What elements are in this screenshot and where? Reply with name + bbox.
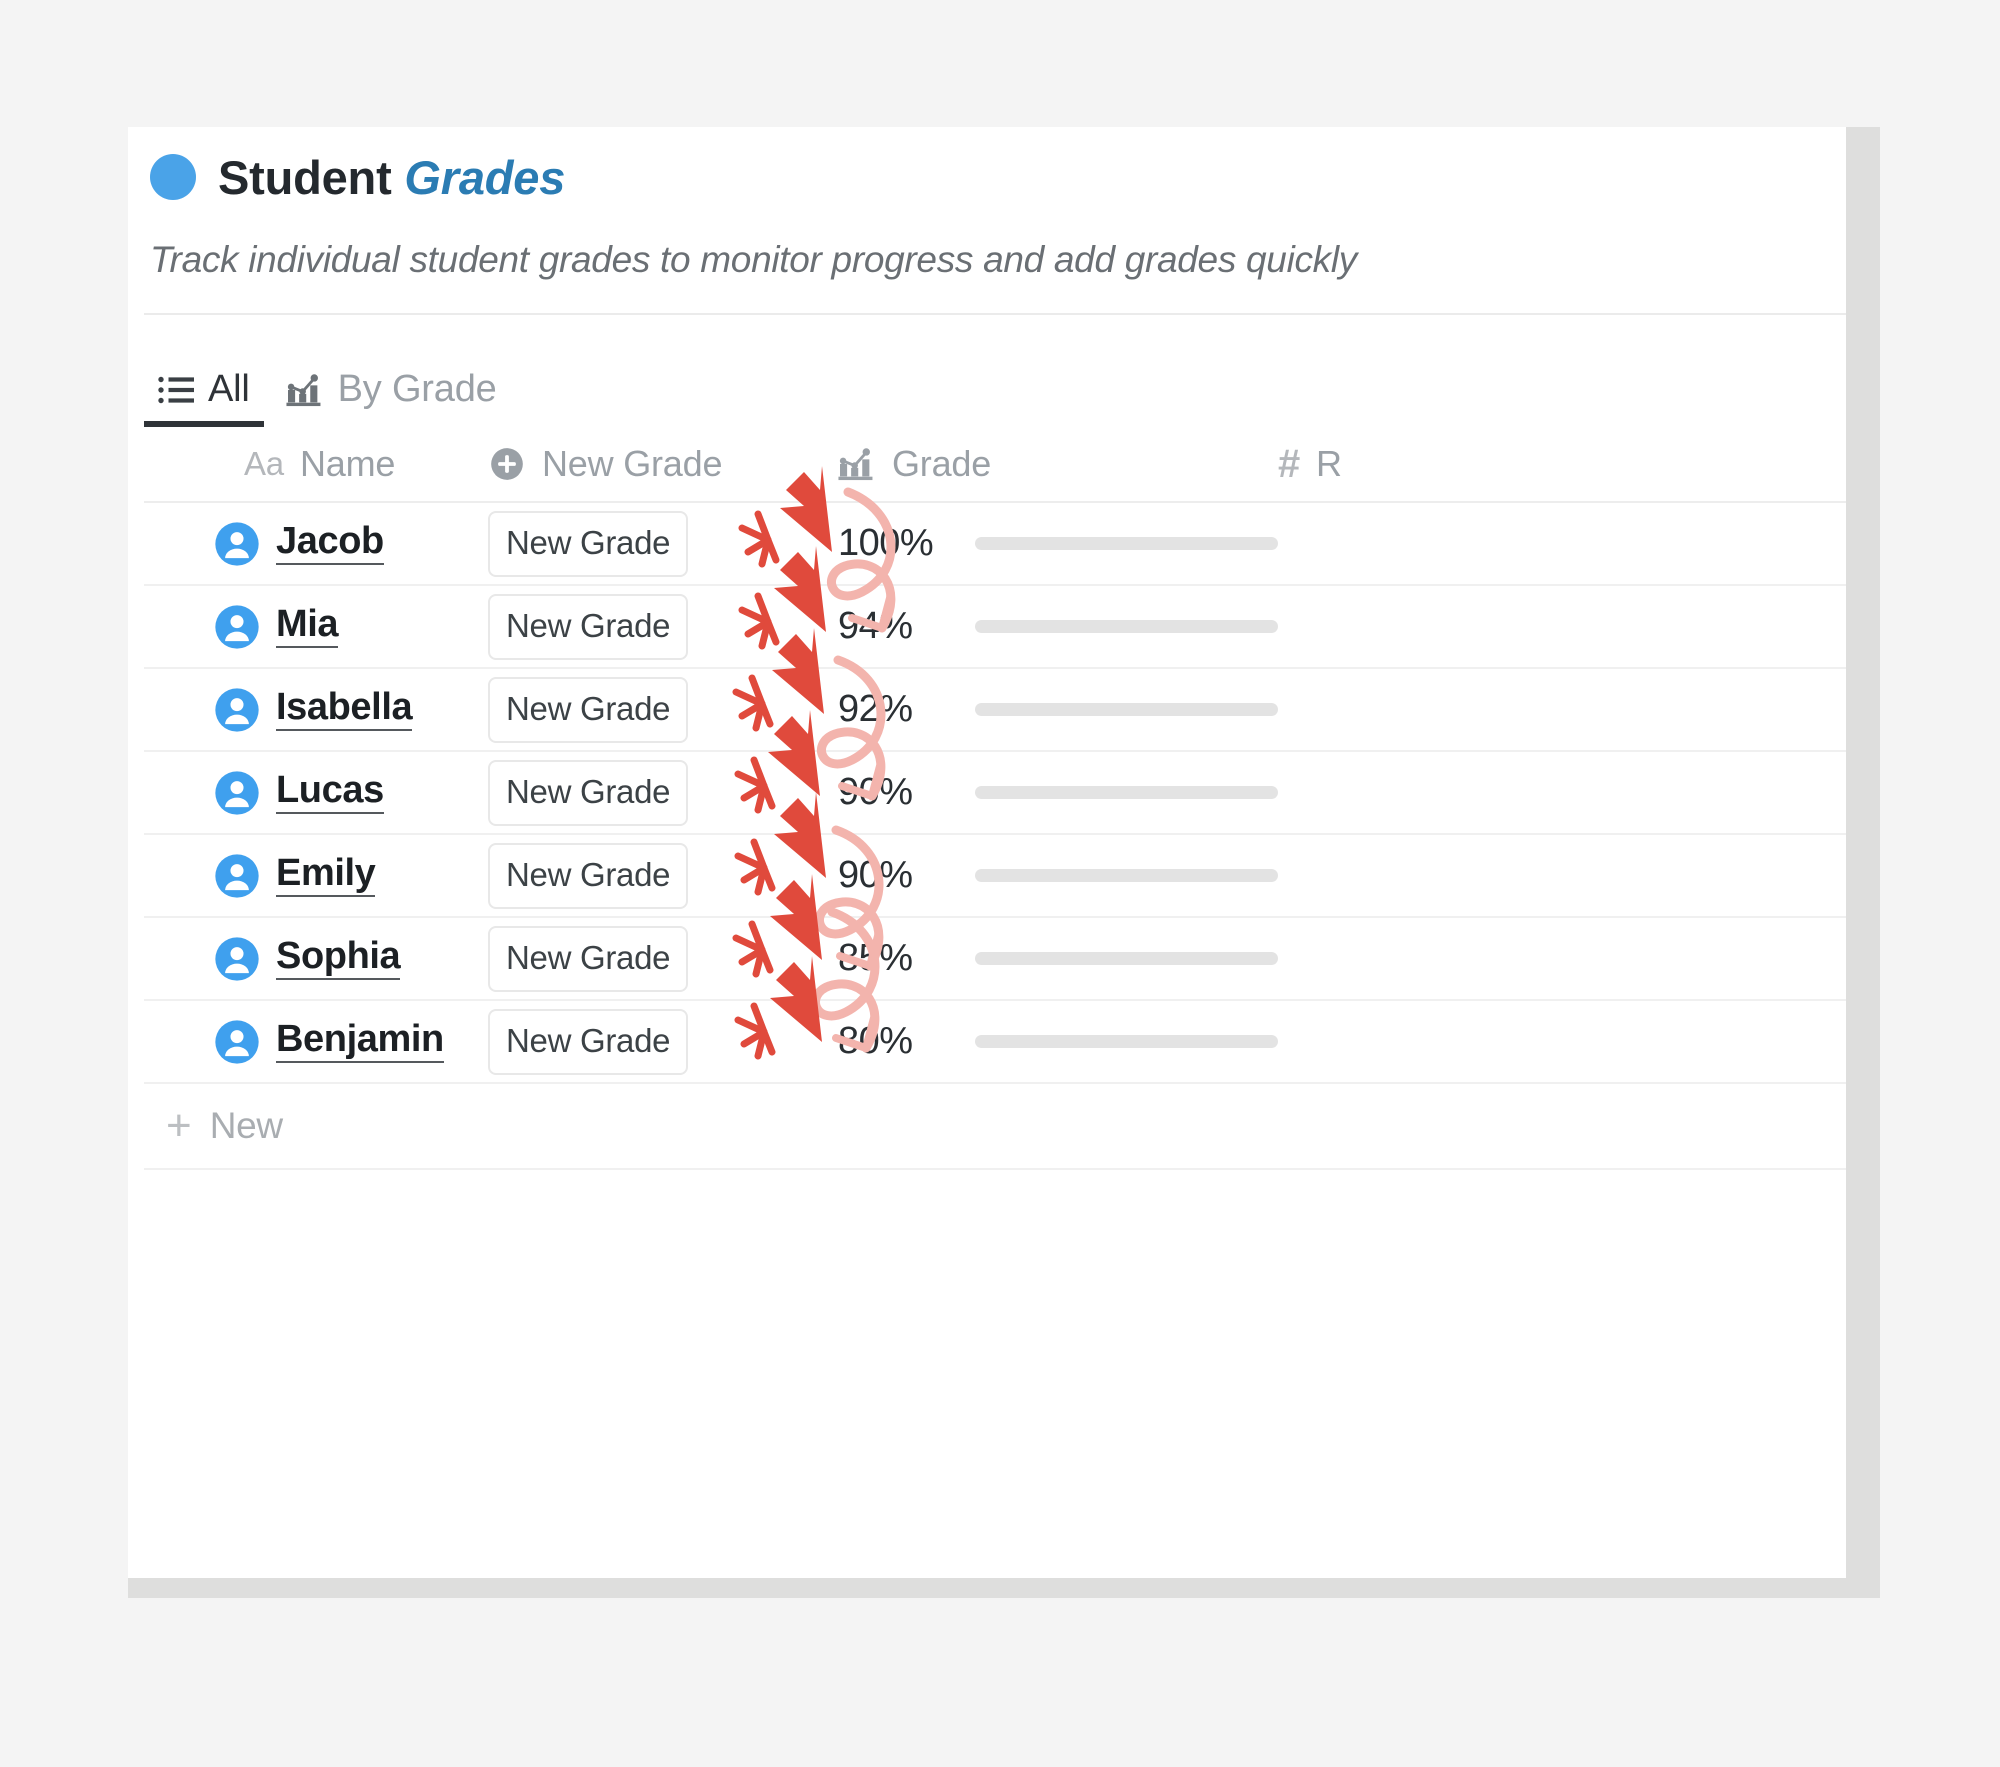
new-grade-button[interactable]: New Grade bbox=[488, 842, 689, 909]
database-dot-icon bbox=[150, 154, 196, 200]
grade-progress-track bbox=[975, 537, 1278, 550]
plus-circle-icon bbox=[488, 445, 526, 483]
page-scroll-gutter[interactable] bbox=[1846, 127, 1880, 1578]
grade-progress-track bbox=[975, 703, 1278, 716]
page-title-plain: Student bbox=[218, 150, 405, 204]
cell-name: Mia bbox=[144, 604, 488, 650]
grade-percent: 100% bbox=[838, 522, 934, 564]
page-scroll-gutter-bottom[interactable] bbox=[128, 1578, 1880, 1598]
cell-new-grade: New Grade bbox=[488, 593, 838, 660]
student-name[interactable]: Lucas bbox=[276, 770, 384, 815]
student-name[interactable]: Emily bbox=[276, 853, 376, 898]
column-header-name[interactable]: Aa Name bbox=[144, 443, 488, 485]
table-row[interactable]: Jacob New Grade 100% bbox=[144, 503, 1846, 586]
column-header-new-grade-label: New Grade bbox=[542, 443, 723, 484]
plus-icon: + bbox=[166, 1101, 192, 1150]
new-grade-button[interactable]: New Grade bbox=[488, 510, 689, 577]
column-header-number-label: R bbox=[1316, 443, 1342, 484]
number-icon: # bbox=[1278, 441, 1301, 486]
grade-progress-track bbox=[975, 952, 1278, 965]
cell-grade: 94% bbox=[838, 605, 1278, 648]
cell-name: Lucas bbox=[144, 770, 488, 816]
grade-progress-track bbox=[975, 1035, 1278, 1048]
card-header: Student Grades Track individual student … bbox=[128, 127, 1846, 315]
table-row[interactable]: Benjamin New Grade 80% bbox=[144, 1001, 1846, 1084]
page-title-row: Student Grades bbox=[150, 127, 1846, 213]
avatar-person-icon bbox=[214, 1019, 260, 1065]
cell-grade: 90% bbox=[838, 854, 1278, 897]
avatar-person-icon bbox=[214, 770, 260, 816]
cell-grade: 100% bbox=[838, 522, 1278, 565]
grade-percent: 90% bbox=[838, 854, 913, 896]
cell-new-grade: New Grade bbox=[488, 842, 838, 909]
column-header-name-label: Name bbox=[299, 443, 396, 484]
cell-grade: 85% bbox=[838, 937, 1278, 980]
cell-grade: 80% bbox=[838, 1020, 1278, 1063]
grade-progress-track bbox=[975, 786, 1278, 799]
tab-by-grade[interactable]: By Grade bbox=[272, 368, 511, 427]
cell-name: Benjamin bbox=[144, 1019, 488, 1065]
cell-grade: 92% bbox=[838, 688, 1278, 731]
cell-name: Emily bbox=[144, 853, 488, 899]
tab-by-grade-label: By Grade bbox=[337, 368, 497, 410]
student-name[interactable]: Mia bbox=[276, 604, 339, 649]
grade-percent: 94% bbox=[838, 605, 913, 647]
cell-name: Isabella bbox=[144, 687, 488, 733]
grade-progress-track bbox=[975, 620, 1278, 633]
tab-all[interactable]: All bbox=[144, 368, 264, 427]
table-row[interactable]: Isabella New Grade 92% bbox=[144, 669, 1846, 752]
page-title: Student Grades bbox=[218, 150, 565, 205]
bar-chart-icon bbox=[838, 447, 876, 481]
grade-percent: 85% bbox=[838, 937, 913, 979]
column-header-grade[interactable]: Grade bbox=[838, 443, 1278, 485]
table-header-row: Aa Name New Grade Grade # R bbox=[144, 427, 1846, 503]
student-name[interactable]: Benjamin bbox=[276, 1019, 444, 1064]
cell-name: Sophia bbox=[144, 936, 488, 982]
cell-grade: 90% bbox=[838, 771, 1278, 814]
student-name[interactable]: Sophia bbox=[276, 936, 401, 981]
page-title-accent: Grades bbox=[404, 150, 566, 204]
avatar-person-icon bbox=[214, 604, 260, 650]
add-new-row-label: New bbox=[209, 1105, 283, 1146]
grade-percent: 92% bbox=[838, 688, 913, 730]
avatar-person-icon bbox=[214, 853, 260, 899]
grade-percent: 80% bbox=[838, 1020, 913, 1062]
new-grade-button[interactable]: New Grade bbox=[488, 925, 689, 992]
add-new-row[interactable]: + New bbox=[144, 1084, 1846, 1170]
table-row[interactable]: Emily New Grade 90% bbox=[144, 835, 1846, 918]
bar-chart-icon bbox=[286, 373, 324, 407]
column-header-number[interactable]: # R bbox=[1278, 442, 1578, 487]
column-header-new-grade[interactable]: New Grade bbox=[488, 443, 838, 485]
tab-all-label: All bbox=[208, 368, 250, 410]
table-row[interactable]: Mia New Grade 94% bbox=[144, 586, 1846, 669]
cell-new-grade: New Grade bbox=[488, 676, 838, 743]
new-grade-button[interactable]: New Grade bbox=[488, 593, 689, 660]
new-grade-button[interactable]: New Grade bbox=[488, 1008, 689, 1075]
table-row[interactable]: Sophia New Grade 85% bbox=[144, 918, 1846, 1001]
table-row[interactable]: Lucas New Grade 90% bbox=[144, 752, 1846, 835]
column-header-grade-label: Grade bbox=[892, 443, 992, 484]
cell-new-grade: New Grade bbox=[488, 759, 838, 826]
student-name[interactable]: Isabella bbox=[276, 687, 413, 732]
new-grade-button[interactable]: New Grade bbox=[488, 676, 689, 743]
avatar-person-icon bbox=[214, 936, 260, 982]
page-subtitle: Track individual student grades to monit… bbox=[150, 239, 1358, 280]
cell-new-grade: New Grade bbox=[488, 1008, 838, 1075]
cell-name: Jacob bbox=[144, 521, 488, 567]
avatar-person-icon bbox=[214, 521, 260, 567]
list-icon bbox=[158, 375, 194, 405]
avatar-person-icon bbox=[214, 687, 260, 733]
view-tabs: All By Grade bbox=[128, 315, 1846, 427]
cell-new-grade: New Grade bbox=[488, 510, 838, 577]
student-name[interactable]: Jacob bbox=[276, 521, 384, 566]
new-grade-button[interactable]: New Grade bbox=[488, 759, 689, 826]
text-type-icon: Aa bbox=[244, 445, 284, 482]
cell-new-grade: New Grade bbox=[488, 925, 838, 992]
grades-table: Aa Name New Grade Grade # R Jacob New Gr… bbox=[128, 427, 1846, 1170]
student-grades-card: Student Grades Track individual student … bbox=[128, 127, 1846, 1578]
grade-percent: 90% bbox=[838, 771, 913, 813]
table-body: Jacob New Grade 100% Mia New Grade 94% Isabell… bbox=[128, 503, 1846, 1084]
grade-progress-track bbox=[975, 869, 1278, 882]
